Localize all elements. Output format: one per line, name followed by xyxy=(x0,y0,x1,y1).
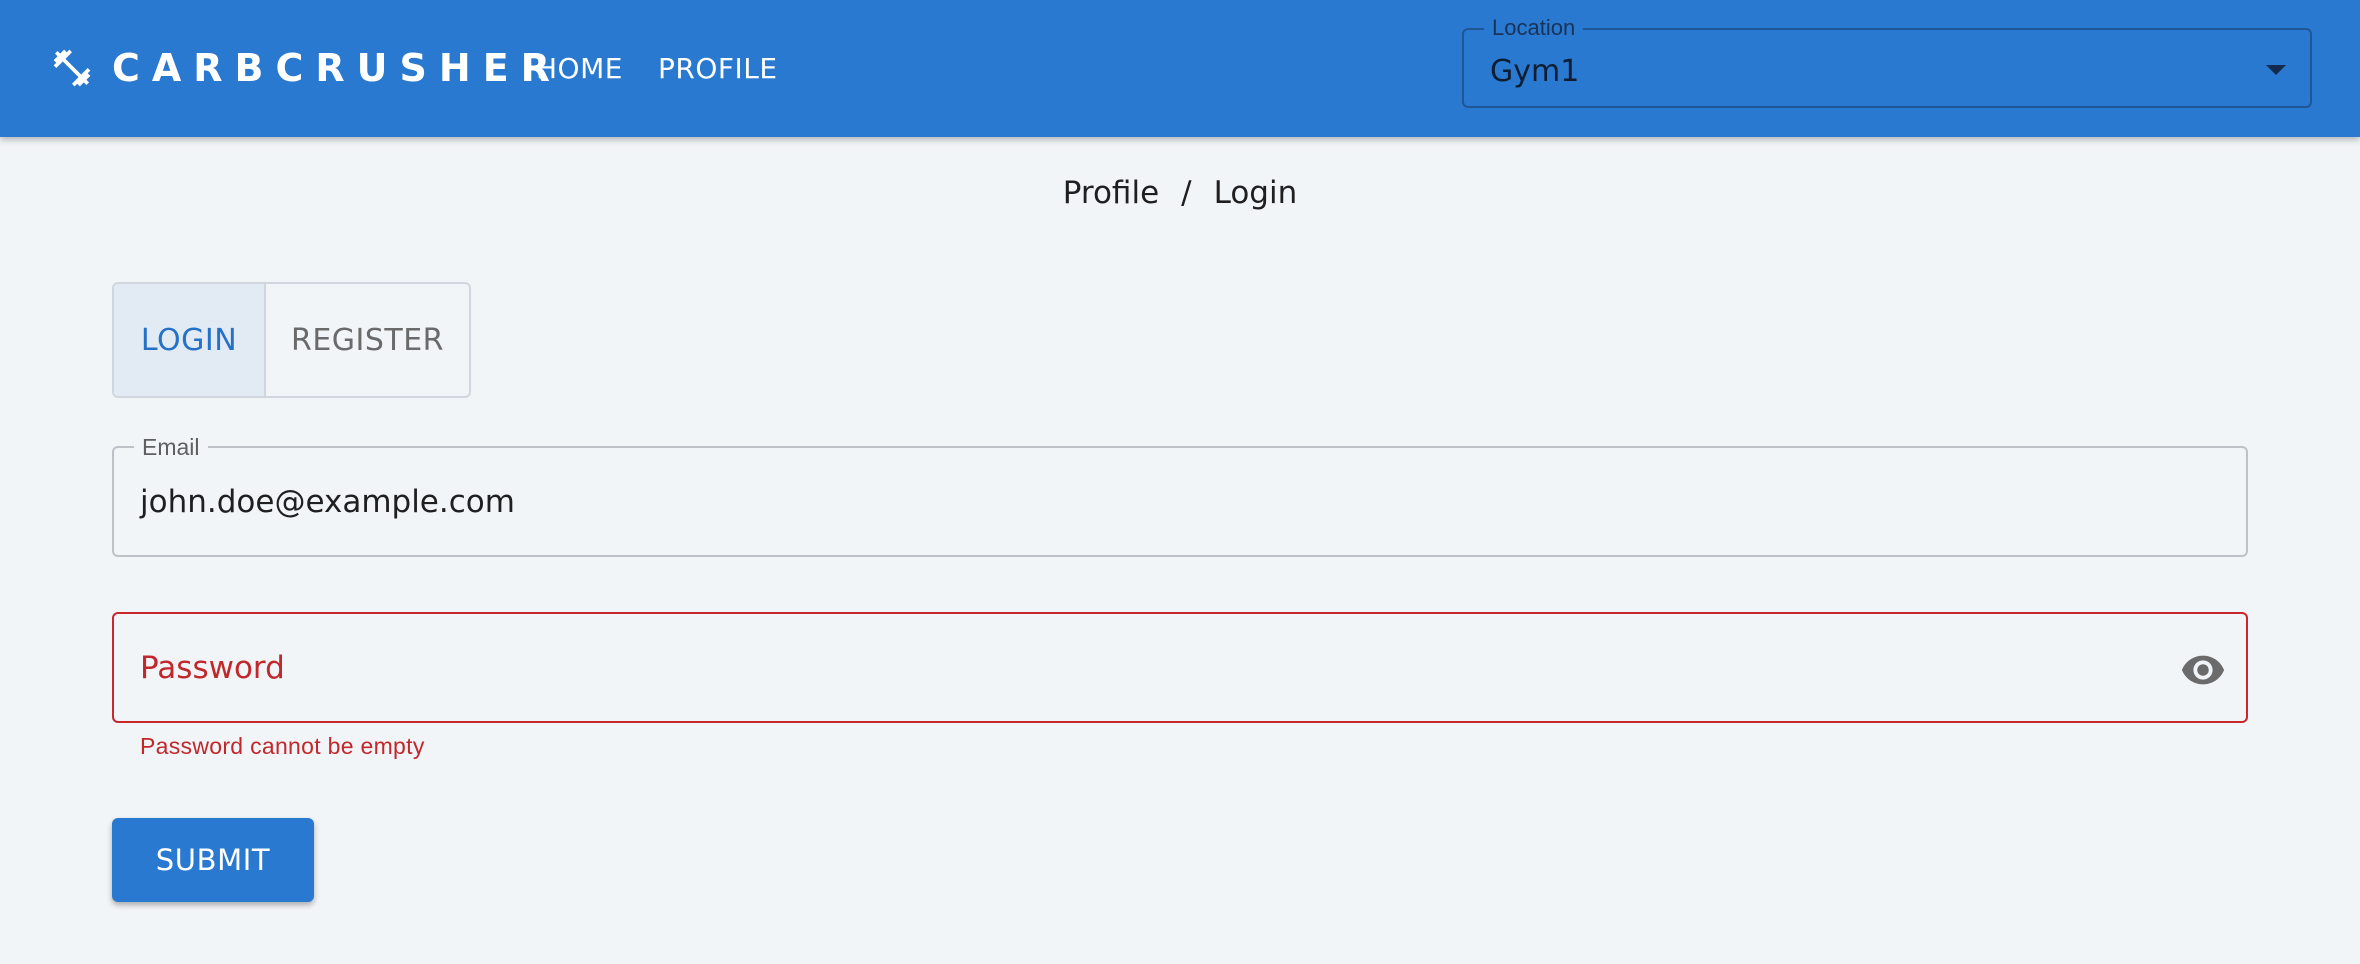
password-input[interactable]: Password xyxy=(140,650,285,686)
password-field[interactable]: Password xyxy=(112,612,2248,723)
location-select[interactable]: Location Gym1 xyxy=(1462,15,2312,108)
breadcrumb-separator: / xyxy=(1181,175,1192,211)
location-label: Location xyxy=(1484,15,1584,41)
caret-down-icon xyxy=(2266,65,2286,75)
location-value: Gym1 xyxy=(1490,54,1580,89)
brand-name: CARBCRUSHER xyxy=(112,46,562,90)
auth-tabs: LOGIN REGISTER xyxy=(112,282,471,398)
breadcrumb-item-login: Login xyxy=(1213,175,1298,211)
submit-button[interactable]: SUBMIT xyxy=(112,818,314,902)
email-field[interactable]: Email john.doe@example.com xyxy=(112,434,2248,557)
tab-register[interactable]: REGISTER xyxy=(266,284,469,396)
nav-profile-link[interactable]: PROFILE xyxy=(658,48,778,88)
email-label: Email xyxy=(134,434,208,461)
breadcrumb: Profile / Login xyxy=(0,175,2360,211)
nav-home-link[interactable]: HOME xyxy=(536,48,623,88)
email-input[interactable]: john.doe@example.com xyxy=(140,484,515,520)
breadcrumb-item-profile[interactable]: Profile xyxy=(1063,175,1159,211)
dumbbell-icon xyxy=(50,46,94,90)
password-error-text: Password cannot be empty xyxy=(140,733,425,759)
eye-icon[interactable] xyxy=(2180,647,2226,693)
app-bar: CARBCRUSHER HOME PROFILE Location Gym1 xyxy=(0,0,2360,137)
tab-login[interactable]: LOGIN xyxy=(114,284,266,396)
brand-logo[interactable]: CARBCRUSHER xyxy=(50,44,562,92)
